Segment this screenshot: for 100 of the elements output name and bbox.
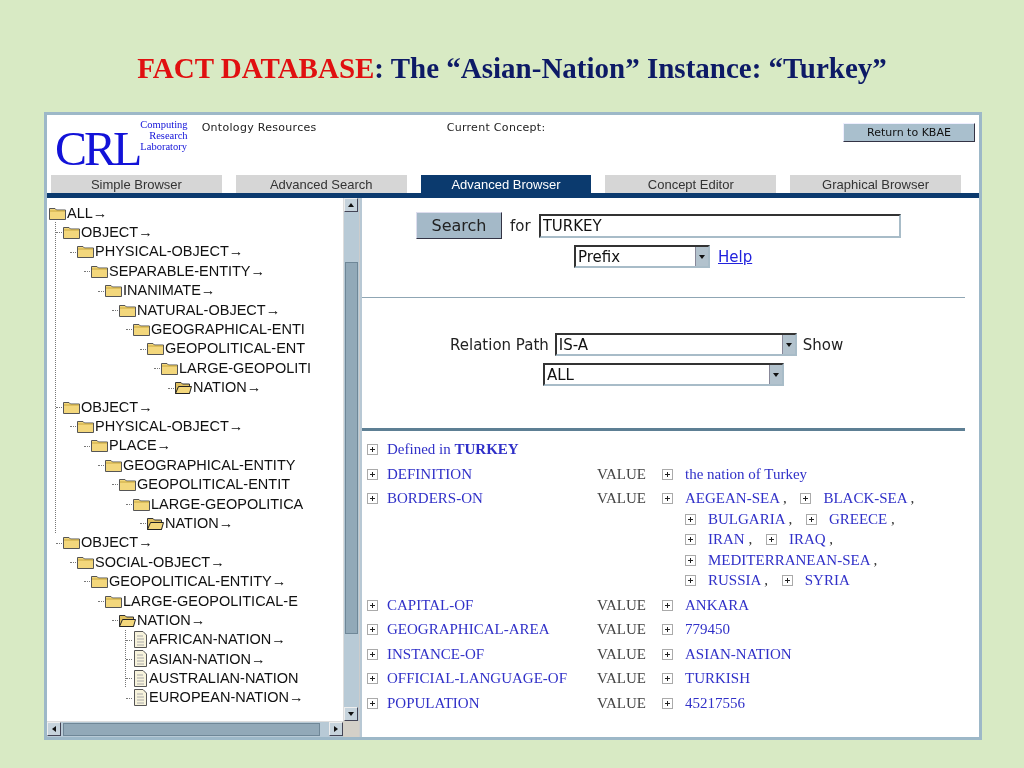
value-link[interactable]: AEGEAN-SEA: [685, 490, 780, 506]
tree-item[interactable]: GEOGRAPHICAL-ENTI: [151, 321, 305, 338]
tree-item[interactable]: NATURAL-OBJECT→: [137, 301, 281, 318]
expand-icon[interactable]: [685, 554, 696, 566]
tree-item[interactable]: LARGE-GEOPOLITICAL-E: [123, 592, 298, 609]
relation-path-dropdown[interactable]: IS-A: [554, 333, 797, 356]
expand-icon[interactable]: [367, 673, 378, 684]
expand-icon[interactable]: [685, 575, 696, 586]
value-link[interactable]: 45217556: [685, 694, 745, 711]
tab[interactable]: Concept Editor: [605, 175, 777, 193]
expand-icon[interactable]: [662, 697, 673, 709]
tree-item[interactable]: ALL→: [67, 204, 108, 221]
expand-icon[interactable]: [367, 493, 378, 504]
value-link[interactable]: IRAQ: [788, 531, 826, 547]
for-label: for: [510, 216, 531, 235]
value-link[interactable]: 779450: [685, 621, 730, 637]
horizontal-scrollbar[interactable]: [47, 721, 343, 737]
value-link[interactable]: SYRIA: [804, 572, 850, 588]
expand-icon[interactable]: [367, 697, 378, 709]
property-name-link[interactable]: CAPITAL-OF: [387, 594, 597, 615]
tree-item[interactable]: GEOPOLITICAL-ENT: [165, 340, 306, 357]
help-link[interactable]: Help: [718, 247, 753, 266]
expand-icon[interactable]: [662, 468, 673, 480]
expand-icon[interactable]: [367, 648, 378, 660]
tree-item[interactable]: EUROPEAN-NATION→: [149, 689, 304, 706]
slide-title: FACT DATABASE: The “Asian-Nation” Instance: “Turkey”: [136, 52, 888, 85]
expand-icon[interactable]: [805, 513, 817, 525]
expand-icon[interactable]: [367, 624, 378, 635]
folder-icon: [77, 419, 94, 433]
property-name-link[interactable]: OFFICIAL-LANGUAGE-OF: [387, 668, 597, 689]
expand-icon[interactable]: [662, 673, 673, 684]
property-name-link[interactable]: POPULATION: [387, 692, 597, 713]
value-link[interactable]: TURKISH: [685, 670, 750, 686]
tree-item[interactable]: GEOGRAPHICAL-ENTITY: [123, 456, 296, 473]
search-field[interactable]: TURKEY: [538, 213, 901, 238]
expand-icon[interactable]: [685, 534, 696, 545]
open-folder-icon: [175, 380, 192, 395]
expand-icon[interactable]: [367, 599, 378, 611]
tree-item[interactable]: NATION→: [193, 379, 262, 396]
document-icon: [133, 630, 148, 648]
tab[interactable]: Advanced Search: [235, 175, 407, 193]
tree-item[interactable]: INANIMATE→: [123, 282, 216, 299]
expand-icon[interactable]: [662, 493, 673, 504]
tree-item[interactable]: PHYSICAL-OBJECT→: [95, 243, 244, 260]
vertical-scrollbar[interactable]: [343, 198, 359, 721]
value-link[interactable]: RUSSIA: [708, 572, 761, 588]
return-button[interactable]: Return to KBAE: [843, 123, 975, 142]
value-link[interactable]: ASIAN-NATION: [685, 645, 792, 662]
value-link[interactable]: ANKARA: [685, 596, 750, 613]
folder-icon: [133, 322, 150, 337]
expand-icon[interactable]: [781, 575, 793, 586]
tree-item[interactable]: AFRICAN-NATION→: [149, 631, 286, 648]
logo-text: Research: [148, 130, 188, 141]
tab[interactable]: Advanced Browser: [420, 175, 592, 193]
folder-icon: [63, 535, 80, 550]
document-icon: [133, 669, 148, 687]
tree-item[interactable]: ASIAN-NATION→: [149, 650, 266, 667]
tree-item[interactable]: NATION→: [165, 514, 234, 531]
expand-icon[interactable]: [685, 513, 696, 525]
property-name-link[interactable]: GEOGRAPHICAL-AREA: [387, 619, 597, 640]
tree-item[interactable]: LARGE-GEOPOLITICA: [151, 495, 304, 512]
tree-item[interactable]: OBJECT→: [81, 398, 153, 415]
expand-icon[interactable]: [367, 443, 378, 455]
value-link[interactable]: BLACK-SEA: [823, 490, 907, 506]
match-mode-dropdown[interactable]: Prefix: [574, 245, 710, 268]
tree-item[interactable]: PHYSICAL-OBJECT→: [95, 418, 244, 434]
property-name-link[interactable]: INSTANCE-OF: [387, 643, 597, 664]
tree-item[interactable]: LARGE-GEOPOLITI: [179, 359, 312, 376]
expand-icon[interactable]: [800, 493, 812, 504]
header-label: Current Concept:: [446, 121, 546, 134]
tab[interactable]: Graphical Browser: [790, 175, 961, 193]
search-button[interactable]: Search: [416, 212, 502, 239]
value-link[interactable]: MEDITERRANEAN-SEA: [708, 551, 870, 568]
tree-item[interactable]: GEOPOLITICAL-ENTIT: [137, 476, 291, 493]
expand-icon[interactable]: [367, 468, 378, 480]
value-label: VALUE: [597, 644, 647, 664]
expand-icon[interactable]: [662, 599, 673, 611]
tree-item[interactable]: AUSTRALIAN-NATION: [149, 670, 299, 687]
expand-icon[interactable]: [662, 624, 673, 635]
tree-item[interactable]: SEPARABLE-ENTITY→: [109, 262, 266, 279]
folder-icon: [49, 205, 66, 220]
expand-icon[interactable]: [765, 534, 777, 545]
folder-icon: [105, 457, 122, 472]
value-link[interactable]: GREECE: [828, 510, 888, 527]
tree-item[interactable]: SOCIAL-OBJECT→: [95, 553, 225, 570]
property-name-link[interactable]: BORDERS-ON: [387, 488, 597, 509]
logo-text: Computing: [140, 119, 188, 130]
tree-item[interactable]: NATION→: [137, 611, 206, 628]
value-link[interactable]: IRAN: [708, 531, 745, 547]
tree-item[interactable]: OBJECT→: [81, 534, 153, 551]
value-link[interactable]: the nation of Turkey: [685, 465, 808, 482]
tree-item[interactable]: OBJECT→: [81, 224, 153, 241]
tree-item[interactable]: GEOPOLITICAL-ENTITY→: [109, 573, 287, 590]
property-name-link[interactable]: DEFINITION: [387, 463, 597, 484]
expand-icon[interactable]: [662, 648, 673, 660]
tree-item[interactable]: PLACE→: [109, 437, 172, 454]
document-icon: [133, 688, 148, 706]
show-dropdown[interactable]: ALL: [543, 363, 784, 386]
tab[interactable]: Simple Browser: [51, 175, 222, 193]
value-link[interactable]: BULGARIA: [708, 510, 785, 527]
